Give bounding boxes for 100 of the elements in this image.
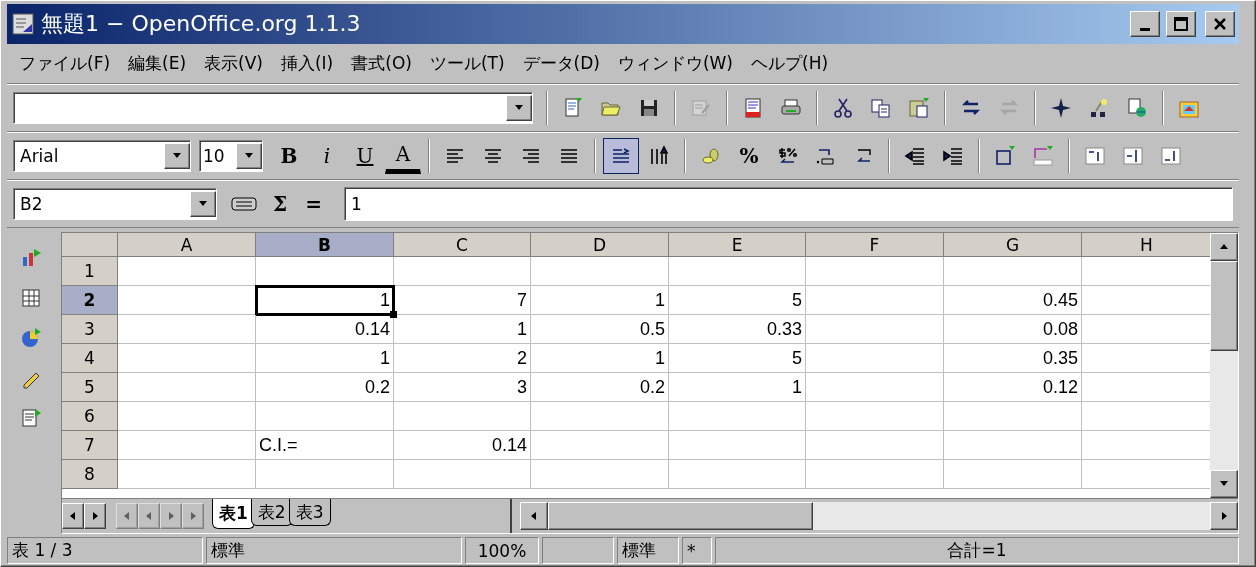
table-cell[interactable]: 0.08: [944, 315, 1082, 344]
table-cell[interactable]: 2: [394, 344, 531, 373]
underline-button[interactable]: U: [347, 138, 383, 174]
name-box[interactable]: B2: [13, 188, 217, 220]
menu-item[interactable]: データ(D): [514, 50, 608, 77]
row-header[interactable]: 8: [62, 460, 118, 489]
horizontal-scrollbar[interactable]: [520, 502, 1238, 530]
italic-button[interactable]: i: [309, 138, 345, 174]
table-cell[interactable]: [118, 460, 256, 489]
table-cell[interactable]: [394, 402, 531, 431]
row-header[interactable]: 7: [62, 431, 118, 460]
table-cell[interactable]: [806, 373, 944, 402]
table-cell[interactable]: 5: [669, 286, 806, 315]
column-header[interactable]: H: [1082, 233, 1210, 257]
table-cell[interactable]: 7: [394, 286, 531, 315]
font-name-field[interactable]: Arial: [13, 140, 191, 172]
sheet-tab[interactable]: 表1: [212, 499, 255, 529]
menu-item[interactable]: 書式(O): [343, 50, 420, 77]
scroll-right-button[interactable]: [1210, 502, 1238, 530]
scroll-thumb[interactable]: [548, 502, 813, 530]
table-cell[interactable]: [118, 344, 256, 373]
table-cell[interactable]: [531, 402, 669, 431]
row-header[interactable]: 4: [62, 344, 118, 373]
table-cell[interactable]: [531, 431, 669, 460]
table-cell[interactable]: [806, 344, 944, 373]
table-cell[interactable]: [944, 402, 1082, 431]
table-cell[interactable]: [806, 257, 944, 286]
table-cell[interactable]: 0.45: [944, 286, 1082, 315]
menu-item[interactable]: ツール(T): [421, 50, 513, 77]
table-cell[interactable]: [944, 460, 1082, 489]
maximize-button[interactable]: [1166, 11, 1196, 37]
table-cell[interactable]: [806, 431, 944, 460]
table-cell[interactable]: 0.2: [531, 373, 669, 402]
table-cell[interactable]: 0.33: [669, 315, 806, 344]
table-cell[interactable]: 0.14: [256, 315, 394, 344]
font-color-button[interactable]: A: [385, 138, 421, 174]
table-cell[interactable]: [669, 257, 806, 286]
table-cell[interactable]: 0.35: [944, 344, 1082, 373]
column-header[interactable]: C: [394, 233, 531, 257]
column-header[interactable]: G: [944, 233, 1082, 257]
bold-button[interactable]: B: [271, 138, 307, 174]
table-cell[interactable]: [944, 431, 1082, 460]
close-button[interactable]: [1205, 11, 1235, 37]
table-cell[interactable]: [944, 257, 1082, 286]
table-cell[interactable]: [118, 315, 256, 344]
table-cell[interactable]: [806, 460, 944, 489]
last-sheet-button[interactable]: [182, 503, 204, 529]
sheet-tab[interactable]: 表3: [288, 499, 331, 526]
table-cell[interactable]: 3: [394, 373, 531, 402]
row-header[interactable]: 1: [62, 257, 118, 286]
url-field[interactable]: [13, 92, 533, 124]
formula-input[interactable]: 1: [343, 187, 1233, 221]
sum-button[interactable]: Σ: [265, 192, 296, 216]
table-cell[interactable]: [531, 257, 669, 286]
table-cell[interactable]: [806, 286, 944, 315]
column-header[interactable]: A: [118, 233, 256, 257]
column-header[interactable]: D: [531, 233, 669, 257]
table-cell[interactable]: [256, 460, 394, 489]
menu-item[interactable]: 編集(E): [120, 50, 195, 77]
menu-item[interactable]: ファイル(F): [11, 50, 119, 77]
table-cell[interactable]: 0.5: [531, 315, 669, 344]
tab-scroll-right-button[interactable]: [84, 503, 106, 529]
table-cell[interactable]: [256, 402, 394, 431]
table-cell[interactable]: [118, 373, 256, 402]
row-header[interactable]: 3: [62, 315, 118, 344]
table-cell[interactable]: C.I.=: [256, 431, 394, 460]
scroll-left-button[interactable]: [520, 502, 548, 530]
table-cell[interactable]: 5: [669, 344, 806, 373]
table-cell[interactable]: [394, 460, 531, 489]
next-sheet-button[interactable]: [160, 503, 182, 529]
column-header[interactable]: F: [806, 233, 944, 257]
column-header[interactable]: E: [669, 233, 806, 257]
table-cell[interactable]: [806, 315, 944, 344]
menu-item[interactable]: ヘルプ(H): [743, 50, 837, 77]
table-cell[interactable]: 1: [531, 344, 669, 373]
scroll-down-button[interactable]: [1210, 470, 1238, 498]
table-cell[interactable]: [669, 460, 806, 489]
table-cell[interactable]: 1: [256, 344, 394, 373]
minimize-button[interactable]: [1130, 11, 1160, 37]
function-button[interactable]: =: [297, 192, 330, 216]
table-cell[interactable]: 1: [531, 286, 669, 315]
fill-handle[interactable]: [390, 311, 397, 318]
first-sheet-button[interactable]: [116, 503, 138, 529]
table-cell[interactable]: 1: [669, 373, 806, 402]
percent-button[interactable]: %: [731, 138, 767, 174]
sheet-tab[interactable]: 表2: [250, 499, 293, 526]
scroll-up-button[interactable]: [1210, 233, 1238, 261]
row-header[interactable]: 5: [62, 373, 118, 402]
tab-scroll-left-button[interactable]: [62, 503, 84, 529]
table-cell[interactable]: [118, 402, 256, 431]
table-cell[interactable]: [669, 402, 806, 431]
font-size-field[interactable]: 10: [199, 140, 263, 172]
table-cell[interactable]: [118, 257, 256, 286]
table-cell[interactable]: 0.12: [944, 373, 1082, 402]
column-header[interactable]: B: [256, 233, 394, 257]
table-cell[interactable]: [118, 431, 256, 460]
menu-item[interactable]: ウィンドウ(W): [609, 50, 741, 77]
row-header[interactable]: 2: [62, 286, 118, 315]
table-cell[interactable]: 1: [256, 286, 394, 315]
wrap-text-button[interactable]: [603, 138, 639, 174]
